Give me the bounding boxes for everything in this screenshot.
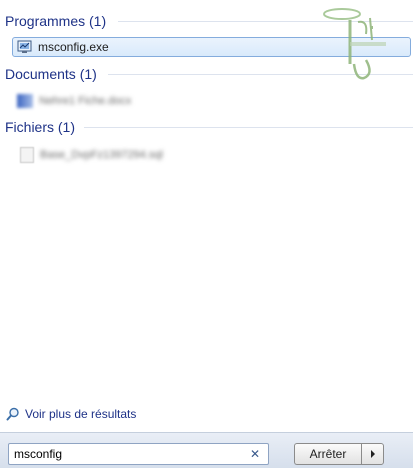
magnifier-icon: [6, 407, 20, 421]
close-icon[interactable]: ✕: [248, 447, 262, 461]
file-icon: [20, 147, 34, 163]
watermark-logo: [320, 4, 390, 82]
msconfig-icon: [17, 40, 32, 54]
more-results-label: Voir plus de résultats: [25, 407, 137, 421]
shutdown-button[interactable]: Arrêter: [294, 443, 361, 465]
section-header-files: Fichiers (1): [5, 117, 75, 137]
section-title-documents: Documents (1): [5, 66, 97, 82]
search-box: ✕: [8, 443, 269, 465]
result-label-document: Nehre1 Fiche.docx: [39, 95, 132, 107]
result-label-file: Base_DvpFz1397294.sql: [40, 149, 163, 161]
start-menu-bottom-bar: ✕ Arrêter: [0, 432, 413, 468]
chevron-right-icon: [370, 450, 375, 458]
section-header-documents: Documents (1): [5, 64, 97, 84]
shutdown-options-button[interactable]: [361, 443, 384, 465]
more-results-link[interactable]: Voir plus de résultats: [6, 405, 136, 423]
result-item-document[interactable]: Nehre1 Fiche.docx: [12, 91, 411, 111]
section-title-files: Fichiers (1): [5, 119, 76, 135]
document-icon: [17, 94, 33, 108]
result-item-file[interactable]: Base_DvpFz1397294.sql: [12, 145, 411, 165]
section-header-programs: Programmes (1): [5, 11, 106, 31]
search-input[interactable]: [9, 445, 244, 463]
result-label-msconfig: msconfig.exe: [38, 40, 109, 54]
shutdown-button-group: Arrêter: [294, 443, 384, 465]
section-title-programs: Programmes (1): [5, 13, 107, 29]
section-divider-files: [84, 127, 413, 128]
